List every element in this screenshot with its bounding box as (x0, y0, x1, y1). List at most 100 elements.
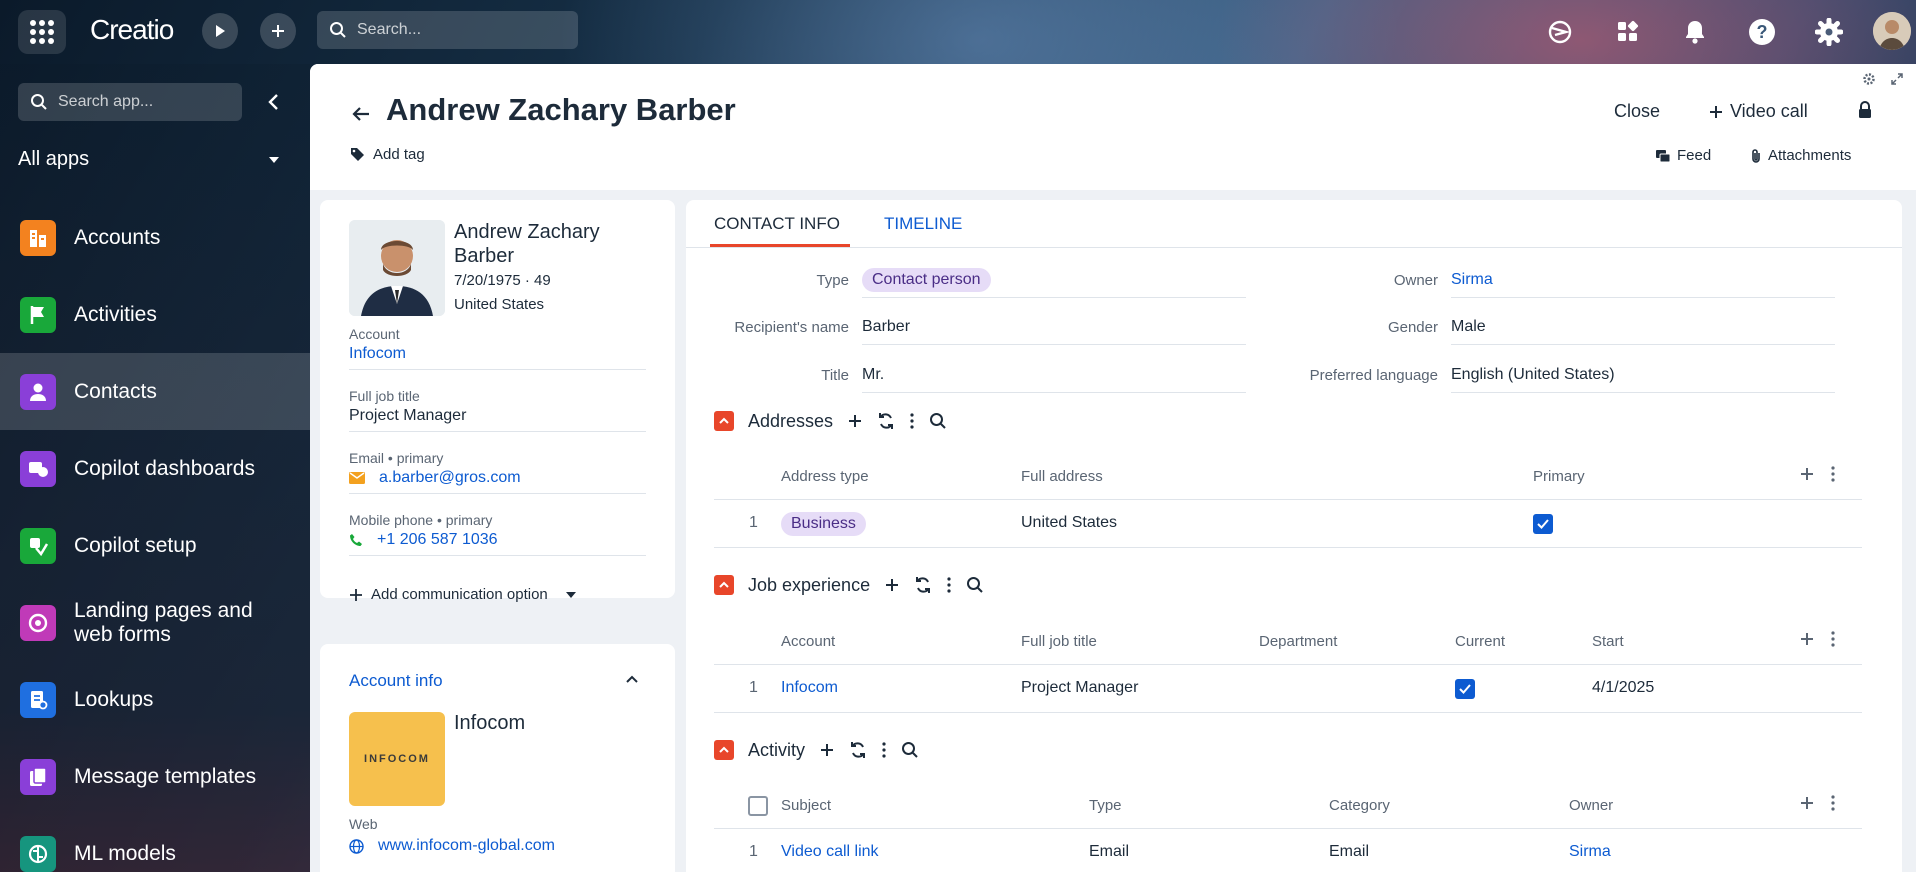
plus-icon[interactable] (819, 742, 835, 758)
app-grid-button[interactable] (18, 10, 66, 54)
column-header[interactable]: Start (1592, 633, 1624, 650)
select-all-checkbox[interactable] (748, 796, 768, 816)
notifications-button[interactable] (1679, 16, 1711, 48)
tab-bar: CONTACT INFO TIMELINE (686, 200, 1902, 248)
email-link[interactable]: a.barber@gros.com (379, 469, 521, 487)
column-header[interactable]: Full job title (1021, 633, 1097, 650)
refresh-icon[interactable] (914, 576, 932, 594)
field-label: Title (821, 366, 849, 384)
row-number: 1 (749, 514, 758, 531)
column-header[interactable]: Account (781, 633, 835, 650)
column-header[interactable]: Address type (781, 468, 869, 485)
primary-checkbox[interactable] (1533, 514, 1553, 534)
search-input[interactable] (357, 21, 567, 39)
gender-value[interactable]: Male (1451, 309, 1835, 345)
expand-button[interactable] (1890, 72, 1904, 86)
video-call-button[interactable]: Video call (1708, 101, 1808, 122)
copilot-button[interactable] (1544, 16, 1576, 48)
add-column-button[interactable] (1799, 631, 1815, 651)
attachments-button[interactable]: Attachments (1750, 147, 1851, 164)
plus-icon[interactable] (884, 577, 900, 593)
search-icon[interactable] (929, 412, 947, 430)
column-header[interactable]: Type (1089, 797, 1122, 814)
user-avatar[interactable] (1873, 12, 1911, 50)
sidebar-item-contacts[interactable]: Contacts (0, 353, 310, 430)
sidebar-item-accounts[interactable]: Accounts (0, 199, 310, 276)
language-value[interactable]: English (United States) (1451, 357, 1835, 393)
web-link[interactable]: www.infocom-global.com (378, 837, 555, 855)
column-header[interactable]: Category (1329, 797, 1390, 814)
table-menu-button[interactable] (1830, 795, 1836, 815)
search-icon[interactable] (966, 576, 984, 594)
contact-photo[interactable] (349, 220, 445, 316)
collapse-job-experience-button[interactable] (714, 575, 734, 595)
sidebar-item-lookups[interactable]: Lookups (0, 661, 310, 738)
column-header[interactable]: Primary (1533, 468, 1585, 485)
apps-button[interactable] (1612, 16, 1644, 48)
tab-contact-info[interactable]: CONTACT INFO (714, 214, 840, 234)
activity-subject-link[interactable]: Video call link (781, 843, 879, 861)
page-settings-button[interactable] (1862, 72, 1876, 86)
table-row[interactable]: 1 Business United States (714, 500, 1862, 548)
copilot-dashboard-icon (20, 450, 56, 487)
title-value[interactable]: Mr. (862, 357, 1246, 393)
column-header[interactable]: Full address (1021, 468, 1103, 485)
help-button[interactable]: ? (1746, 16, 1778, 48)
sidebar-item-landing-pages[interactable]: Landing pages and web forms (0, 584, 310, 661)
type-chip[interactable]: Contact person (862, 267, 991, 292)
collapse-sidebar-button[interactable] (262, 90, 286, 114)
app-search[interactable] (18, 83, 242, 121)
column-header[interactable]: Department (1259, 633, 1337, 650)
search-icon[interactable] (901, 741, 919, 759)
sidebar-item-activities[interactable]: Activities (0, 276, 310, 353)
owner-link[interactable]: Sirma (1451, 262, 1835, 298)
table-menu-button[interactable] (1830, 466, 1836, 486)
collapse-activity-button[interactable] (714, 740, 734, 760)
phone-link[interactable]: +1 206 587 1036 (377, 531, 498, 549)
app-logo[interactable]: Creatio (90, 14, 174, 46)
more-options-icon[interactable] (946, 577, 952, 593)
refresh-icon[interactable] (877, 412, 895, 430)
close-button[interactable]: Close (1614, 101, 1660, 122)
collapse-account-info-button[interactable] (624, 672, 644, 692)
column-header[interactable]: Subject (781, 797, 831, 814)
create-new-button[interactable] (260, 13, 296, 49)
account-info-title: Account info (349, 671, 443, 690)
add-communication-option-button[interactable]: Add communication option (349, 586, 576, 603)
sidebar-item-label: Copilot setup (74, 533, 197, 557)
settings-button[interactable] (1813, 16, 1845, 48)
current-checkbox[interactable] (1455, 679, 1475, 699)
activity-owner-link[interactable]: Sirma (1569, 843, 1611, 861)
app-search-input[interactable] (58, 93, 238, 111)
table-row[interactable]: 1 Video call link Email Email Sirma (714, 829, 1862, 872)
collapse-addresses-button[interactable] (714, 411, 734, 431)
table-row[interactable]: 1 Infocom Project Manager 4/1/2025 (714, 665, 1862, 713)
plus-icon[interactable] (847, 413, 863, 429)
brain-icon (20, 835, 56, 872)
sidebar-item-message-templates[interactable]: Message templates (0, 738, 310, 815)
sidebar-item-copilot-dashboards[interactable]: Copilot dashboards (0, 430, 310, 507)
column-header[interactable]: Current (1455, 633, 1505, 650)
back-button[interactable] (347, 100, 375, 128)
field-label: Preferred language (1309, 366, 1438, 384)
table-menu-button[interactable] (1830, 631, 1836, 651)
lock-button[interactable] (1857, 101, 1873, 119)
feed-button[interactable]: Feed (1655, 147, 1711, 164)
global-search[interactable] (317, 11, 578, 49)
refresh-icon[interactable] (849, 741, 867, 759)
job-title-value[interactable]: Project Manager (349, 407, 466, 425)
more-options-icon[interactable] (909, 413, 915, 429)
add-column-button[interactable] (1799, 795, 1815, 815)
sidebar-item-ml-models[interactable]: ML models (0, 815, 310, 872)
all-apps-dropdown[interactable]: All apps (18, 148, 280, 171)
more-options-icon[interactable] (881, 742, 887, 758)
sidebar-item-copilot-setup[interactable]: Copilot setup (0, 507, 310, 584)
job-account-link[interactable]: Infocom (781, 679, 838, 697)
account-link[interactable]: Infocom (349, 345, 406, 363)
run-process-button[interactable] (202, 13, 238, 49)
add-tag-button[interactable]: Add tag (350, 146, 425, 163)
tab-timeline[interactable]: TIMELINE (884, 214, 962, 234)
add-column-button[interactable] (1799, 466, 1815, 486)
recipient-value[interactable]: Barber (862, 309, 1246, 345)
column-header[interactable]: Owner (1569, 797, 1613, 814)
